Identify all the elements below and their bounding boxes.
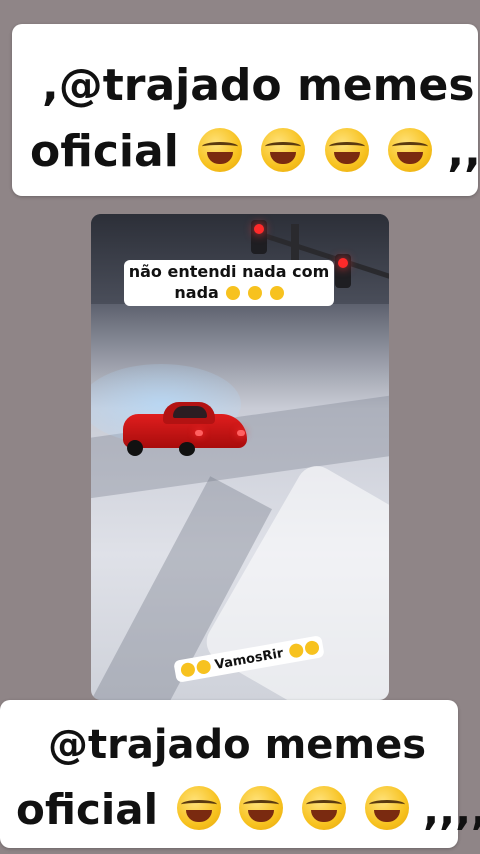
- bottom-banner-line1: @trajado memes: [48, 722, 427, 768]
- laughing-emoji-icon: [180, 661, 197, 678]
- rolling-laughing-emoji-icon: [195, 658, 213, 676]
- video-caption: não entendi nada com nada: [124, 260, 334, 306]
- top-banner-line1: ,@trajado memes: [42, 60, 475, 111]
- bottom-banner-suffix: ,,,,: [423, 785, 480, 834]
- red-sports-car: [123, 400, 247, 456]
- laughing-emoji-icon: [388, 128, 433, 172]
- top-banner-suffix: ,,: [447, 126, 480, 177]
- rolling-laughing-emoji-icon: [248, 285, 262, 300]
- laughing-emoji-icon: [226, 285, 241, 300]
- laughing-emoji-icon: [301, 786, 346, 830]
- caption-line2-row: nada: [128, 283, 330, 304]
- laughing-emoji-icon: [239, 786, 284, 830]
- traffic-light-icon: [335, 254, 351, 288]
- top-banner-line2-row: oficial ,,: [30, 124, 480, 179]
- caption-line1: não entendi nada com: [128, 262, 330, 281]
- laughing-emoji-icon: [324, 128, 369, 172]
- top-banner-line2: oficial: [30, 126, 179, 177]
- rolling-laughing-emoji-icon: [269, 285, 284, 300]
- laughing-emoji-icon: [198, 128, 243, 172]
- laughing-emoji-icon: [261, 128, 306, 172]
- top-meme-banner: ,@trajado memes oficial ,,: [12, 24, 480, 196]
- rolling-laughing-emoji-icon: [303, 639, 320, 657]
- bottom-meme-banner: @trajado memes oficial ,,,,: [0, 700, 480, 848]
- traffic-light-icon: [251, 220, 267, 254]
- bottom-banner-line2: oficial: [16, 785, 159, 834]
- laughing-emoji-icon: [364, 786, 409, 830]
- caption-line2: nada: [174, 282, 219, 302]
- traffic-light-pole: [291, 224, 299, 260]
- laughing-emoji-icon: [287, 642, 304, 659]
- laughing-emoji-icon: [176, 786, 221, 830]
- bottom-banner-line2-row: oficial ,,,,: [16, 784, 480, 837]
